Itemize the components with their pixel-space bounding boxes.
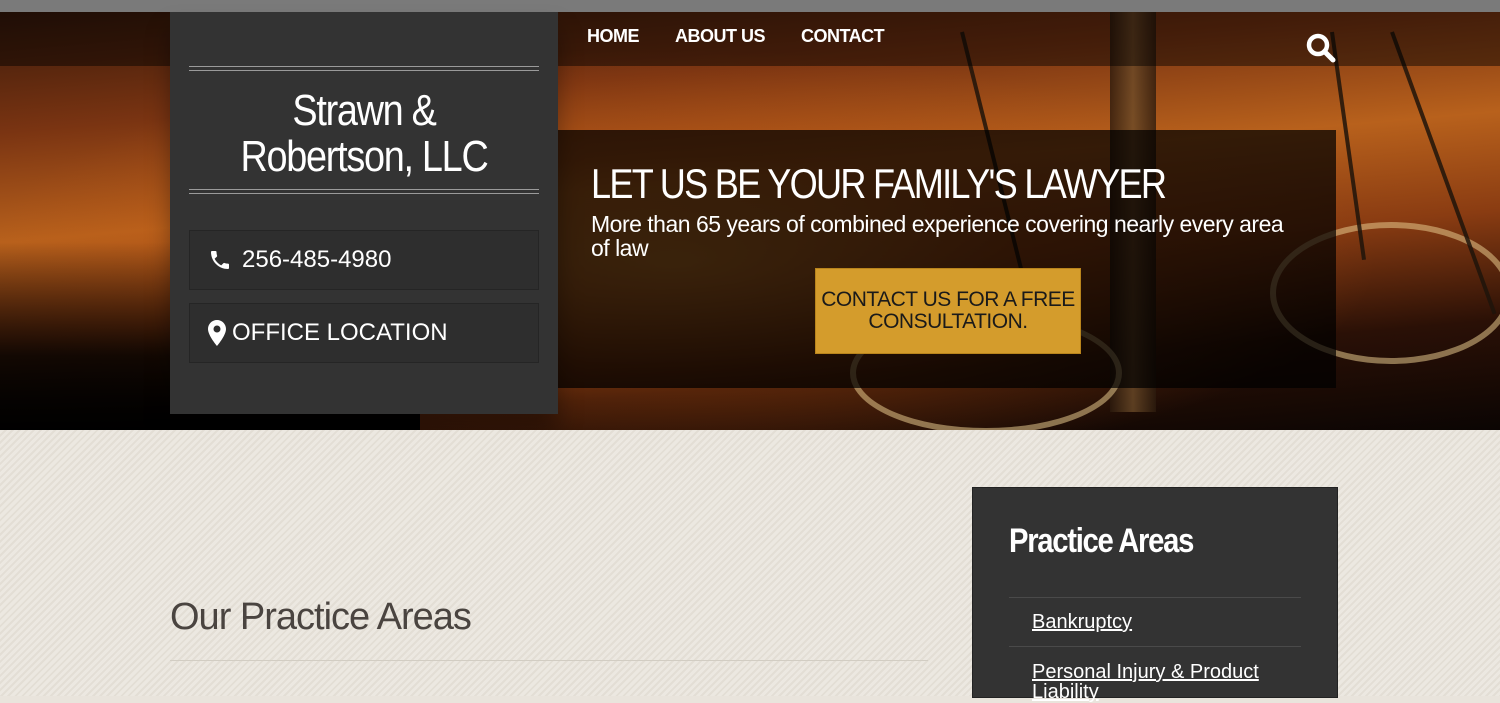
- office-location-label: OFFICE LOCATION: [232, 319, 448, 346]
- practice-areas-sidebar: Practice Areas Bankruptcy Personal Injur…: [972, 487, 1338, 702]
- browser-top-strip: [0, 0, 1500, 12]
- sidebar-divider: [1009, 597, 1301, 598]
- brand-divider: [189, 66, 539, 71]
- office-location-button[interactable]: OFFICE LOCATION: [189, 303, 539, 363]
- free-consultation-button[interactable]: CONTACT US FOR A FREE CONSULTATION.: [815, 268, 1081, 354]
- nav-home[interactable]: HOME: [587, 26, 640, 47]
- promo-subtext: More than 65 years of combined experienc…: [591, 211, 1284, 261]
- firm-name[interactable]: Strawn & Robertson, LLC: [214, 88, 515, 180]
- map-pin-icon: [208, 320, 226, 346]
- section-title: Our Practice Areas: [170, 596, 472, 638]
- brand-divider: [189, 189, 539, 194]
- section-divider: [170, 660, 928, 661]
- brand-panel: Strawn & Robertson, LLC 256-485-4980 OFF…: [170, 12, 558, 414]
- sidebar-link-bankruptcy[interactable]: Bankruptcy: [1032, 612, 1132, 632]
- nav-contact[interactable]: CONTACT: [801, 26, 885, 47]
- search-icon[interactable]: [1305, 32, 1337, 64]
- firm-name-line1: Strawn &: [292, 86, 436, 135]
- phone-button[interactable]: 256-485-4980: [189, 230, 539, 290]
- sidebar-divider: [1009, 646, 1301, 647]
- sidebar-title: Practice Areas: [1009, 522, 1194, 560]
- main-nav: HOME ABOUT US CONTACT: [587, 26, 885, 47]
- promo-panel: LET US BE YOUR FAMILY'S LAWYER More than…: [558, 130, 1336, 388]
- nav-about-us[interactable]: ABOUT US: [675, 26, 766, 47]
- phone-icon: [211, 251, 229, 269]
- phone-number: 256-485-4980: [242, 246, 392, 273]
- firm-name-line2: Robertson, LLC: [240, 132, 489, 181]
- promo-headline: LET US BE YOUR FAMILY'S LAWYER: [591, 160, 1167, 207]
- sidebar-link-personal-injury[interactable]: Personal Injury & Product Liability: [1032, 662, 1292, 702]
